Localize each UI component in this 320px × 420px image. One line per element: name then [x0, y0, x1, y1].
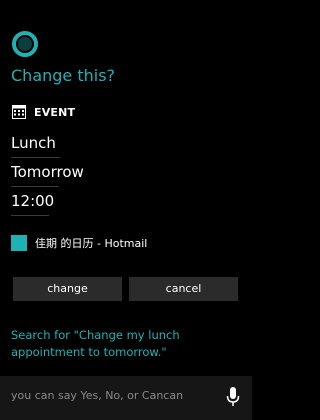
cancel-button[interactable]: cancel: [129, 277, 238, 301]
calendar-color-swatch: [11, 235, 27, 251]
page-title: Change this?: [11, 66, 116, 85]
voice-hint: you can say Y⁠e⁠s, No, or Cancan: [11, 389, 184, 402]
date-field[interactable]: Tomorrow: [11, 160, 84, 187]
search-link[interactable]: Search for "Change my lunch appointment …: [11, 327, 241, 361]
event-header: EVENT: [12, 104, 75, 120]
calendar-selector[interactable]: 佳期 的日历 - Hotmail: [11, 234, 147, 252]
event-label: EVENT: [34, 105, 76, 119]
time-field[interactable]: 12:00: [11, 189, 54, 216]
subject-field[interactable]: Lunch: [11, 131, 60, 158]
calendar-name: 佳期 的日历 - Hotmail: [35, 237, 148, 250]
microphone-icon[interactable]: [226, 386, 240, 408]
change-button[interactable]: change: [13, 277, 122, 301]
cortana-logo-icon: [12, 31, 38, 57]
calendar-icon: [12, 105, 26, 119]
